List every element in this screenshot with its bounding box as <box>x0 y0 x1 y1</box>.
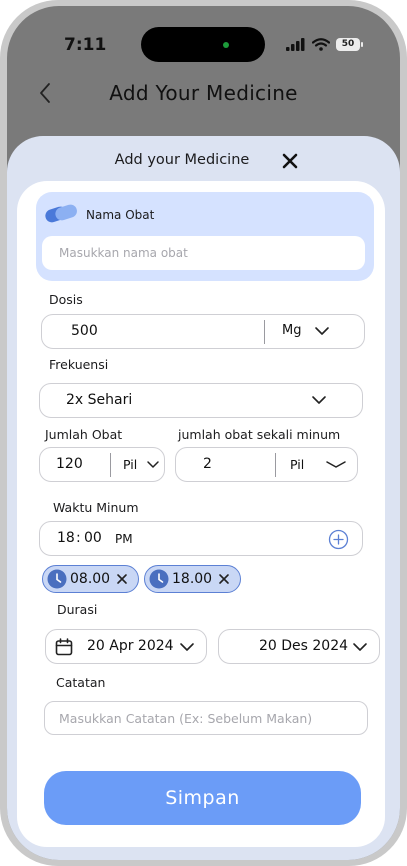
time-chip-label: 08.00 <box>70 571 111 587</box>
close-button[interactable] <box>280 151 300 171</box>
time-chip: 08.00 <box>42 565 139 593</box>
chevron-down-icon <box>180 643 194 651</box>
chevron-down-icon <box>312 396 326 404</box>
time-chip-label: 18.00 <box>172 571 213 587</box>
screen: 7:11 50 Add Your Medicine Add your Medic… <box>7 6 400 860</box>
time-label: Waktu Minum <box>53 500 139 515</box>
dose-divider <box>264 320 265 344</box>
clock-icon <box>47 569 67 589</box>
medicine-form: Nama Obat Dosis 500 Mg Frekuensi 2x Seha… <box>17 181 385 847</box>
signal-icon <box>286 37 305 51</box>
time-chip: 18.00 <box>144 565 241 593</box>
end-date-picker[interactable]: 20 Des 2024 <box>218 629 380 664</box>
amount-per-take-field[interactable]: 2 Pil <box>175 447 358 482</box>
battery-icon: 50 <box>336 37 360 51</box>
amount-label: Jumlah Obat <box>45 427 123 442</box>
chevron-down-icon[interactable] <box>325 460 347 469</box>
start-date-picker[interactable]: 20 Apr 2024 <box>45 629 207 664</box>
end-date-value: 20 Des 2024 <box>259 638 349 654</box>
sheet-title: Add your Medicine <box>114 152 250 168</box>
amount-per-take-divider <box>275 453 276 477</box>
frequency-label: Frekuensi <box>49 357 109 372</box>
dynamic-island <box>141 27 265 62</box>
amount-value: 120 <box>56 456 83 472</box>
notes-input[interactable] <box>44 701 368 735</box>
time-picker[interactable]: 18 : 00 PM <box>39 521 363 556</box>
amount-unit[interactable]: Pil <box>123 457 137 472</box>
chevron-down-icon[interactable] <box>146 460 160 469</box>
notes-label: Catatan <box>56 675 106 690</box>
phone-frame: 7:11 50 Add Your Medicine Add your Medic… <box>0 0 407 866</box>
duration-label: Durasi <box>57 602 98 617</box>
time-hour[interactable]: 18 <box>57 530 75 546</box>
remove-time-button[interactable] <box>217 572 231 586</box>
medicine-name-input[interactable] <box>42 236 365 270</box>
frequency-select[interactable]: 2x Sehari <box>39 383 363 418</box>
time-separator: : <box>76 530 81 546</box>
medicine-name-section: Nama Obat <box>36 192 374 281</box>
add-medicine-sheet: Add your Medicine Nama Obat Dosis 5 <box>7 136 400 860</box>
dose-value: 500 <box>71 323 98 339</box>
pill-icon <box>45 204 77 223</box>
save-button[interactable]: Simpan <box>44 771 361 825</box>
clock-icon <box>149 569 169 589</box>
amount-per-take-label: jumlah obat sekali minum <box>178 427 341 442</box>
amount-divider <box>110 453 111 477</box>
medicine-name-label: Nama Obat <box>86 208 155 222</box>
amount-per-take-unit[interactable]: Pil <box>290 457 304 472</box>
dose-label: Dosis <box>49 292 83 307</box>
page-title: Add Your Medicine <box>109 81 298 105</box>
remove-time-button[interactable] <box>115 572 129 586</box>
dose-field[interactable]: 500 Mg <box>41 314 365 349</box>
frequency-value: 2x Sehari <box>66 392 133 408</box>
camera-indicator-icon <box>223 42 229 48</box>
calendar-icon <box>55 638 73 656</box>
status-time: 7:11 <box>64 35 107 55</box>
chevron-down-icon[interactable] <box>314 326 330 336</box>
dose-unit[interactable]: Mg <box>282 323 301 338</box>
amount-per-take-value: 2 <box>203 456 212 472</box>
battery-tip <box>361 41 363 47</box>
chevron-down-icon <box>353 643 367 651</box>
time-period[interactable]: PM <box>115 532 133 546</box>
time-minute[interactable]: 00 <box>84 530 102 546</box>
add-time-button[interactable] <box>328 529 349 550</box>
wifi-icon <box>312 37 330 51</box>
status-icons: 50 <box>286 36 363 52</box>
start-date-value: 20 Apr 2024 <box>87 638 174 654</box>
amount-field[interactable]: 120 Pil <box>39 447 165 482</box>
